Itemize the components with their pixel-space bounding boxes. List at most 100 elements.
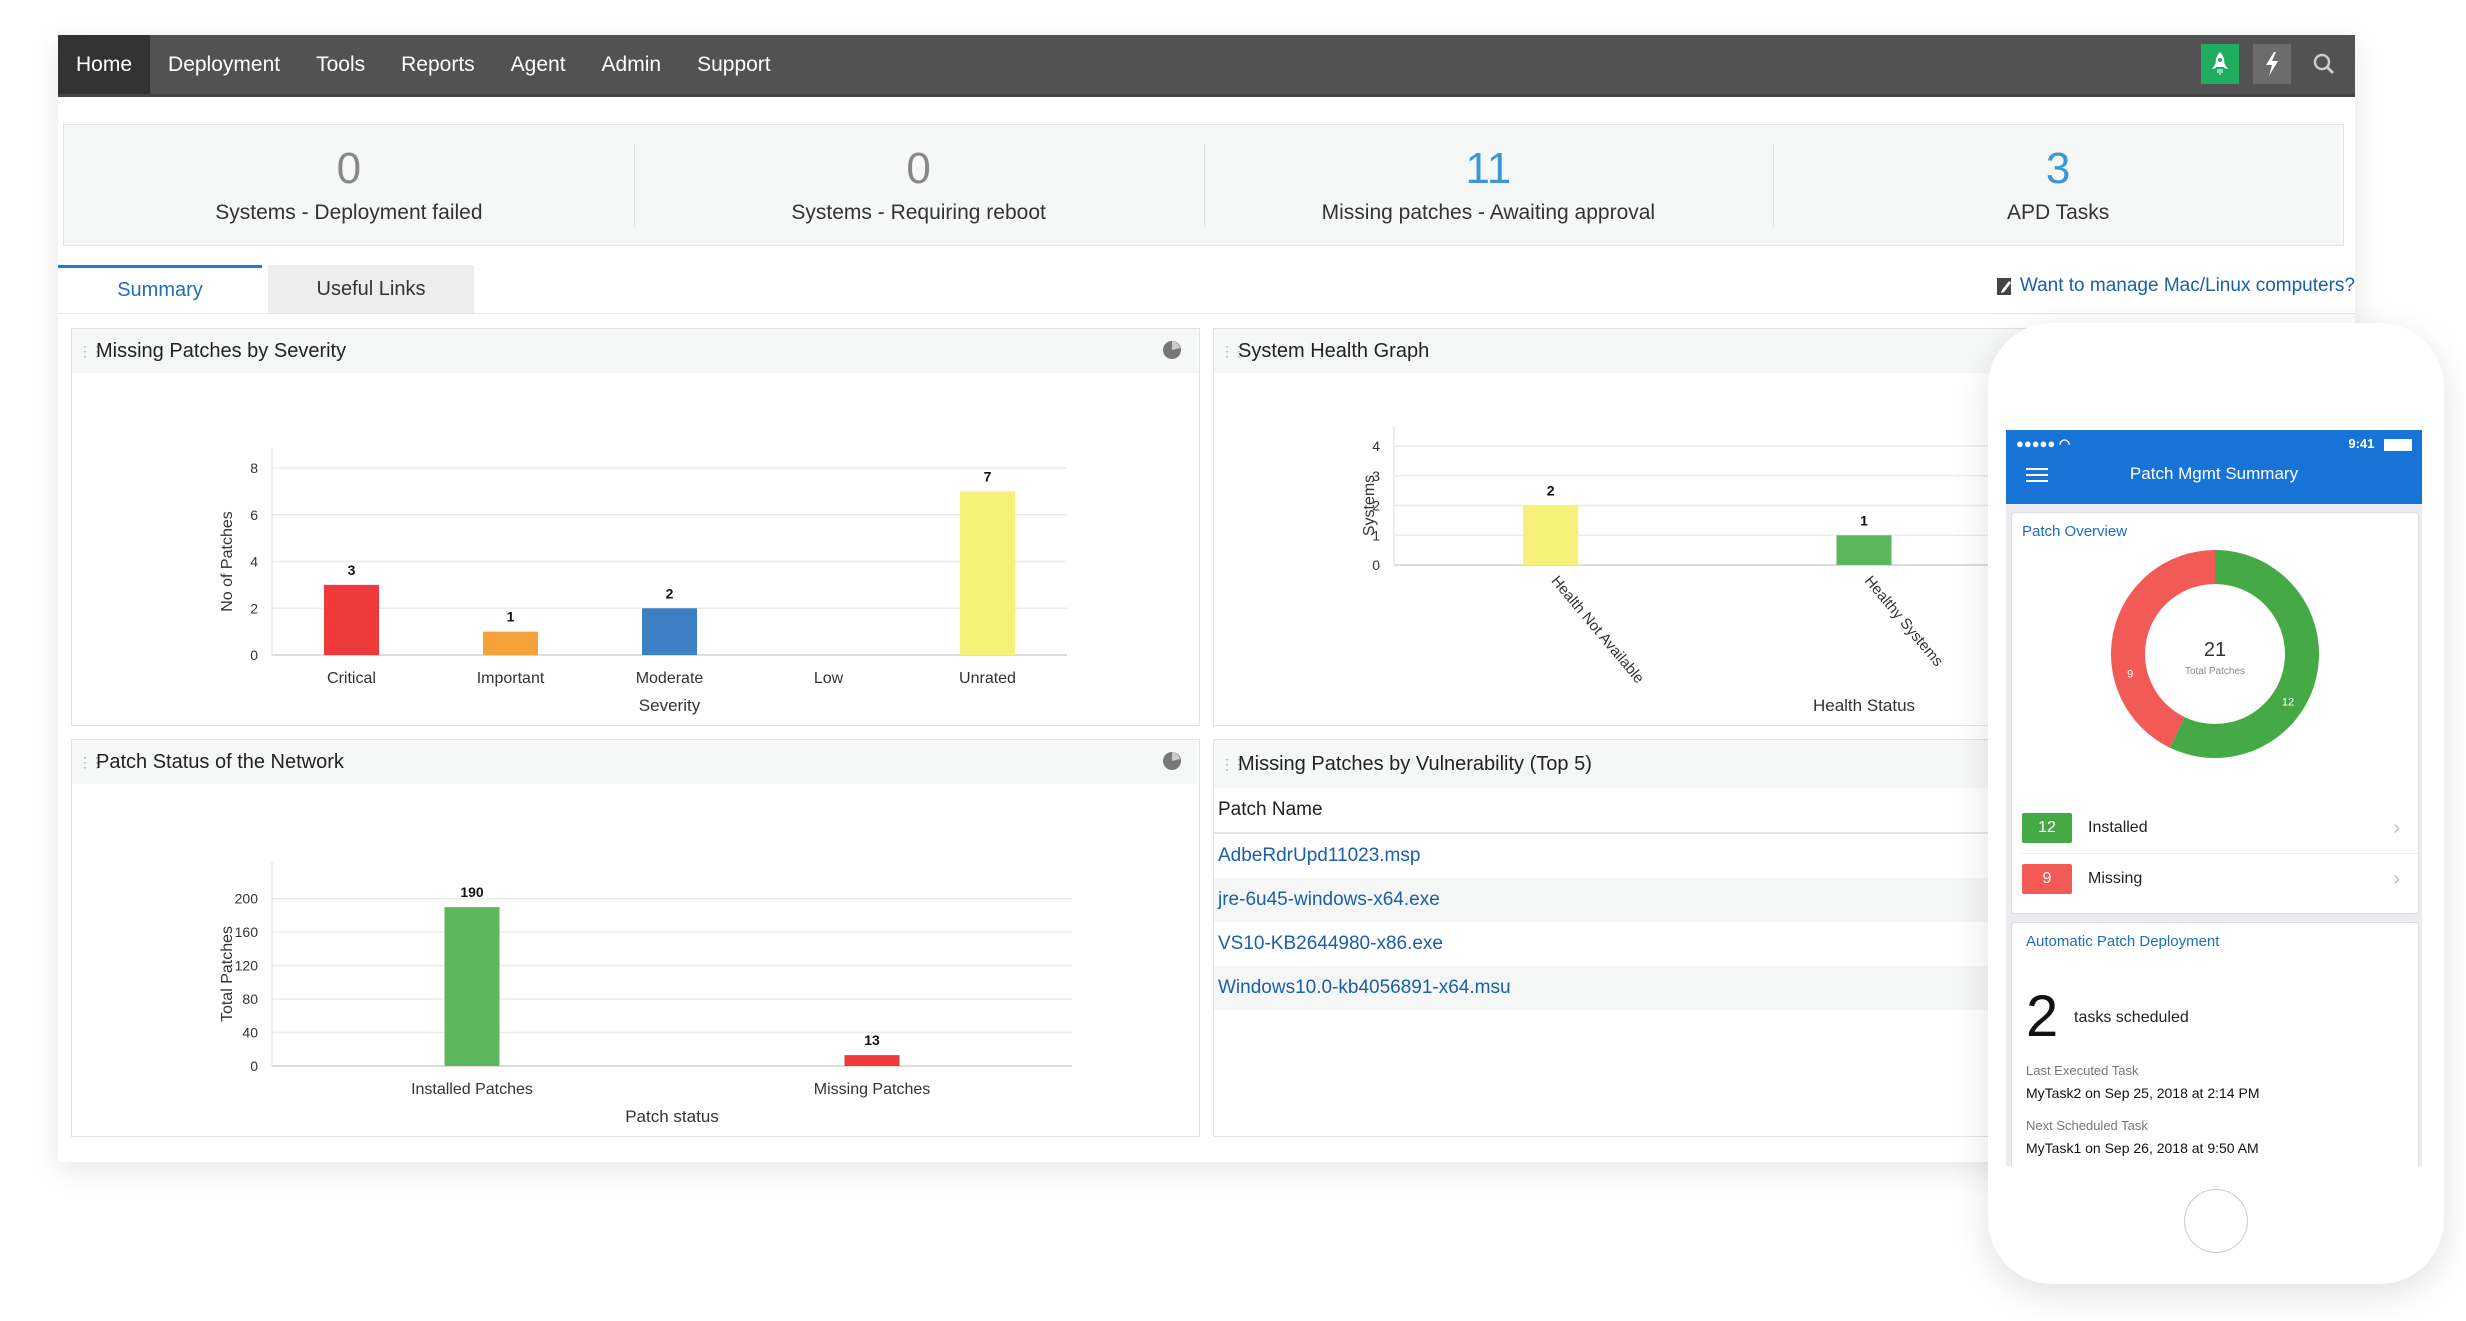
nav-home[interactable]: Home bbox=[58, 35, 151, 94]
drag-handle-icon[interactable]: ⋮⋮ bbox=[78, 755, 104, 769]
x-tick-label: Healthy Systems bbox=[1861, 573, 1946, 670]
x-axis-title: Patch status bbox=[625, 1107, 719, 1126]
kpi-requiring-reboot[interactable]: 0 Systems - Requiring reboot bbox=[633, 125, 1204, 245]
quick-launch-button[interactable] bbox=[2201, 44, 2239, 84]
x-tick-label: Missing Patches bbox=[814, 1081, 931, 1098]
installed-row[interactable]: 12 Installed › bbox=[2022, 803, 2418, 854]
last-task-label: Last Executed Task bbox=[2026, 1063, 2139, 1078]
nav-reports[interactable]: Reports bbox=[383, 35, 493, 94]
kpi-label: Missing patches - Awaiting approval bbox=[1321, 201, 1656, 224]
y-tick-label: 4 bbox=[250, 554, 258, 570]
kpi-label: APD Tasks bbox=[2006, 201, 2110, 224]
edit-note-icon bbox=[1996, 278, 2011, 295]
y-tick-label: 160 bbox=[235, 924, 259, 940]
y-tick-label: 200 bbox=[235, 891, 259, 907]
next-task-value: MyTask1 on Sep 26, 2018 at 9:50 AM bbox=[2026, 1140, 2259, 1156]
kpi-apd-tasks[interactable]: 3 APD Tasks bbox=[1773, 125, 2343, 245]
y-tick-label: 0 bbox=[1372, 557, 1380, 573]
widget-patch-status-network: ⋮⋮ Patch Status of the Network 0 40 80 120 1… bbox=[71, 739, 1200, 1137]
clock: 9:41 bbox=[2348, 436, 2375, 451]
search-button[interactable] bbox=[2305, 44, 2343, 84]
bar-critical bbox=[324, 584, 379, 655]
x-tick-label: Health Not Available bbox=[1548, 573, 1648, 687]
missing-label: Missing bbox=[2088, 870, 2143, 887]
missing-count-badge: 9 bbox=[2022, 864, 2072, 894]
widget-title: Patch Status of the Network bbox=[96, 750, 344, 773]
tasks-label: tasks scheduled bbox=[2074, 1009, 2189, 1026]
data-label: 13 bbox=[864, 1032, 880, 1048]
bar-installed-patches bbox=[444, 907, 500, 1066]
x-tick-label: Critical bbox=[327, 670, 376, 687]
network-bar-chart: 0 40 80 120 160 200 190 Installed Patches 13 Miss… bbox=[219, 862, 1072, 1126]
phone-app-bar: ●●●●● ◠ 9:41 Patch Mgmt Summary bbox=[2006, 430, 2422, 504]
data-label: 1 bbox=[1860, 512, 1868, 528]
tab-useful-links[interactable]: Useful Links bbox=[268, 265, 474, 313]
kpi-deployment-failed[interactable]: 0 Systems - Deployment failed bbox=[64, 125, 634, 245]
mac-linux-link[interactable]: Want to manage Mac/Linux computers? bbox=[1996, 275, 2355, 297]
pie-chart-toggle-icon[interactable] bbox=[1161, 339, 1183, 361]
y-tick-label: 6 bbox=[250, 507, 258, 523]
x-tick-label: Unrated bbox=[959, 670, 1016, 687]
card-title: Patch Overview bbox=[2022, 523, 2128, 540]
x-tick-label: Moderate bbox=[636, 670, 704, 687]
patch-link[interactable]: jre-6u45-windows-x64.exe bbox=[1218, 889, 1440, 910]
kpi-value: 11 bbox=[1465, 144, 1512, 193]
kpi-value: 0 bbox=[906, 144, 931, 193]
nav-support[interactable]: Support bbox=[679, 35, 789, 94]
nav-tools[interactable]: Tools bbox=[298, 35, 383, 94]
lightning-icon bbox=[2266, 52, 2278, 76]
nav-admin[interactable]: Admin bbox=[584, 35, 680, 94]
donut-slice-label: 12 bbox=[2282, 696, 2294, 708]
patch-link[interactable]: Windows10.0-kb4056891-x64.msu bbox=[1218, 977, 1511, 998]
drag-handle-icon[interactable]: ⋮⋮ bbox=[78, 344, 104, 358]
apd-card: Automatic Patch Deployment 2 tasks sched… bbox=[2011, 922, 2419, 1166]
data-label: 7 bbox=[984, 468, 992, 484]
donut-slice-label: 9 bbox=[2127, 668, 2133, 680]
installed-count-badge: 12 bbox=[2022, 813, 2072, 843]
chevron-right-icon: › bbox=[2393, 867, 2400, 890]
quick-actions-button[interactable] bbox=[2253, 44, 2291, 84]
x-tick-label: Low bbox=[814, 670, 844, 687]
donut-center-label: Total Patches bbox=[2185, 666, 2245, 677]
kpi-label: Systems - Requiring reboot bbox=[791, 201, 1046, 224]
mobile-app-mockup: ●●●●● ◠ 9:41 Patch Mgmt Summary Patch Ov… bbox=[1988, 323, 2444, 1284]
missing-row[interactable]: 9 Missing › bbox=[2022, 854, 2418, 904]
widget-title: System Health Graph bbox=[1238, 339, 1430, 362]
kpi-awaiting-approval[interactable]: 11 Missing patches - Awaiting approval bbox=[1203, 125, 1774, 245]
home-button[interactable] bbox=[2184, 1189, 2248, 1253]
patch-link[interactable]: VS10-KB2644980-x86.exe bbox=[1218, 933, 1443, 954]
patch-link[interactable]: AdbeRdrUpd11023.msp bbox=[1218, 845, 1420, 866]
phone-screen: ●●●●● ◠ 9:41 Patch Mgmt Summary Patch Ov… bbox=[2006, 430, 2422, 1166]
card-title: Automatic Patch Deployment bbox=[2026, 933, 2220, 950]
search-icon bbox=[2313, 53, 2335, 75]
y-tick-label: 80 bbox=[242, 991, 258, 1007]
data-label: 190 bbox=[460, 884, 484, 900]
patch-overview-card: Patch Overview 12 9 21 Total Patches 12 Ins… bbox=[2011, 512, 2419, 914]
mac-linux-link-text: Want to manage Mac/Linux computers? bbox=[2019, 275, 2355, 296]
x-axis-title: Severity bbox=[639, 696, 701, 715]
y-tick-label: 0 bbox=[250, 1058, 258, 1074]
y-axis-title: Total Patches bbox=[219, 926, 236, 1022]
tasks-count: 2 bbox=[2026, 984, 2059, 1049]
pie-chart-toggle-icon[interactable] bbox=[1161, 750, 1183, 772]
y-axis-title: No of Patches bbox=[219, 511, 236, 612]
nav-agent[interactable]: Agent bbox=[493, 35, 584, 94]
bar-moderate bbox=[642, 608, 697, 655]
top-nav: Home Deployment Tools Reports Agent Admi… bbox=[58, 35, 2355, 97]
tab-summary[interactable]: Summary bbox=[58, 265, 262, 313]
bar-healthy-systems bbox=[1836, 535, 1892, 565]
drag-handle-icon[interactable]: ⋮⋮ bbox=[1220, 757, 1246, 771]
kpi-strip: 0 Systems - Deployment failed 0 Systems … bbox=[63, 124, 2344, 246]
x-tick-label: Installed Patches bbox=[411, 1081, 533, 1098]
column-patch-name[interactable]: Patch Name bbox=[1214, 788, 1948, 834]
y-axis-title: Systems bbox=[1361, 475, 1378, 536]
signal-icon: ●●●●● bbox=[2016, 436, 2056, 451]
kpi-value: 0 bbox=[336, 144, 362, 193]
chevron-right-icon: › bbox=[2393, 816, 2400, 839]
drag-handle-icon[interactable]: ⋮⋮ bbox=[1220, 344, 1246, 358]
bar-important bbox=[483, 631, 538, 655]
y-tick-label: 40 bbox=[242, 1025, 258, 1041]
nav-deployment[interactable]: Deployment bbox=[150, 35, 298, 94]
bar-missing-patches bbox=[844, 1055, 900, 1066]
widget-missing-patches-severity: ⋮⋮ Missing Patches by Severity 0 2 4 6 8 3 Cri… bbox=[71, 328, 1200, 726]
